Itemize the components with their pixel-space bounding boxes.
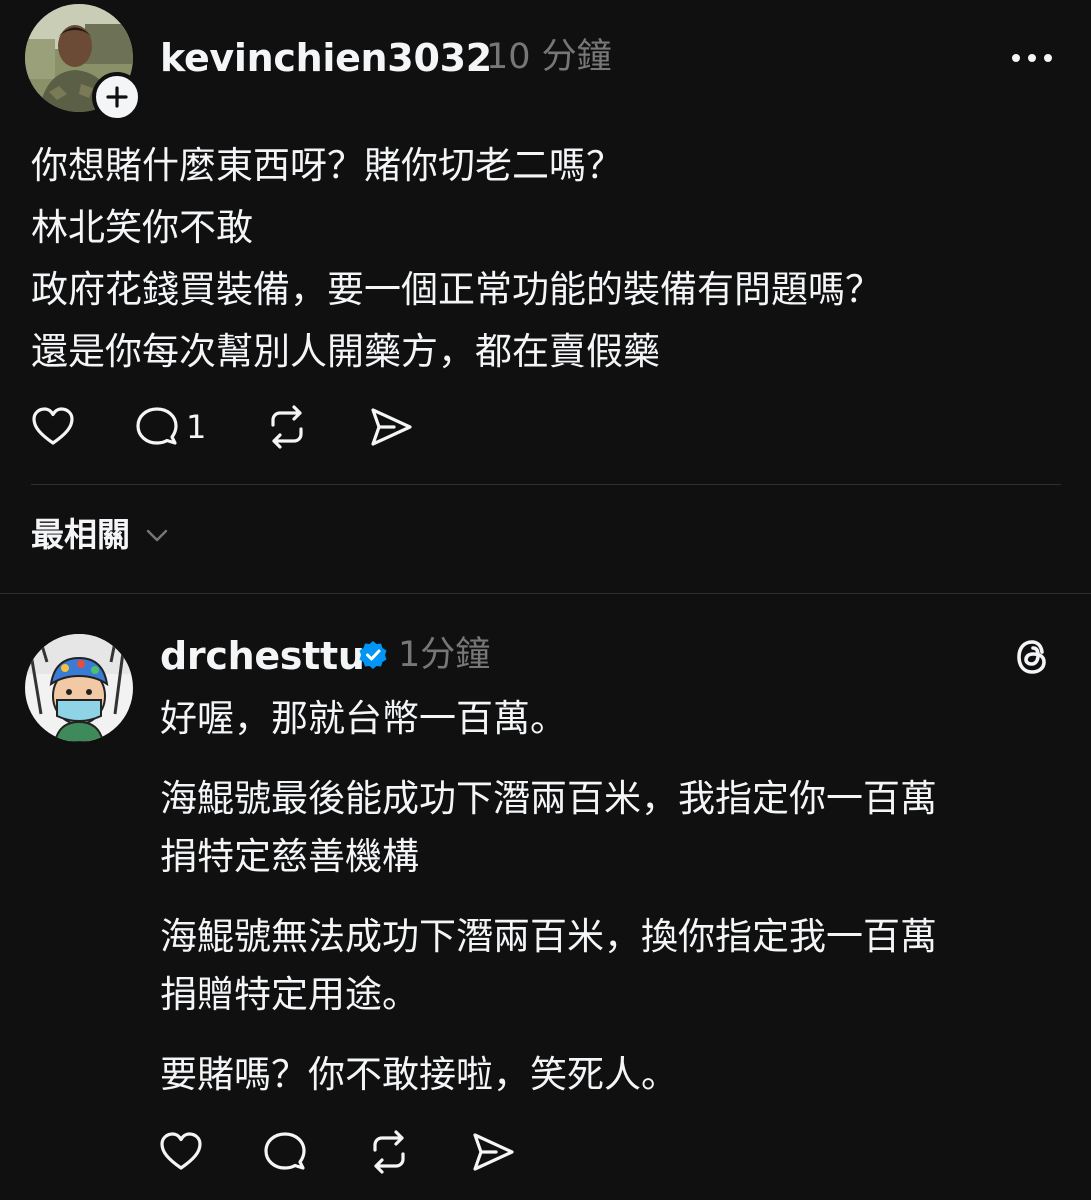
reply-avatar[interactable] xyxy=(25,634,133,742)
reply-line: 海鯤號最後能成功下潛兩百米，我指定你一百萬 xyxy=(160,777,937,820)
reply-paragraph: 好喔，那就台幣一百萬。 xyxy=(160,690,1060,748)
reply-actions xyxy=(158,1129,558,1177)
threads-logo-icon[interactable] xyxy=(1012,636,1052,678)
reply-text: 好喔，那就台幣一百萬。 海鯤號最後能成功下潛兩百米，我指定你一百萬 捐特定慈善機… xyxy=(160,690,1060,1126)
reply-line: 要賭嗎？你不敢接啦，笑死人。 xyxy=(160,1053,678,1096)
section-divider xyxy=(0,593,1091,594)
share-button[interactable] xyxy=(368,404,414,450)
repost-icon xyxy=(271,405,303,449)
post-line: 政府花錢買裝備，要一個正常功能的裝備有問題嗎？ xyxy=(31,268,882,311)
timestamp: 10 分鐘 xyxy=(486,37,612,77)
reply-line: 捐贈特定用途。 xyxy=(160,973,419,1016)
comment-count: 1 xyxy=(186,408,207,446)
repost-icon xyxy=(373,1130,405,1174)
reply-paragraph: 要賭嗎？你不敢接啦，笑死人。 xyxy=(160,1046,1060,1104)
reply-line: 捐特定慈善機構 xyxy=(160,835,419,878)
heart-icon xyxy=(32,407,74,445)
reply-comment-button[interactable] xyxy=(262,1129,308,1175)
chevron-down-icon xyxy=(146,529,168,541)
more-horizontal-icon[interactable] xyxy=(1010,50,1054,66)
verified-badge-icon xyxy=(359,641,387,669)
comment-icon xyxy=(136,407,178,445)
threads-page: kevinchien3032 10 分鐘 你想賭什麼東西呀？賭你切老二嗎？ 林北… xyxy=(0,0,1091,1200)
reply-username[interactable]: drchesttu xyxy=(160,637,365,675)
repost-button[interactable] xyxy=(264,404,310,450)
follow-button[interactable] xyxy=(92,72,142,122)
post-line: 還是你每次幫別人開藥方，都在賣假藥 xyxy=(31,330,660,373)
post-actions: 1 xyxy=(30,404,430,452)
sort-label: 最相關 xyxy=(31,515,130,554)
reply-repost-button[interactable] xyxy=(366,1129,412,1175)
heart-icon xyxy=(160,1132,202,1170)
reply-line: 好喔，那就台幣一百萬。 xyxy=(160,697,567,740)
post-text: 你想賭什麼東西呀？賭你切老二嗎？ 林北笑你不敢 政府花錢買裝備，要一個正常功能的… xyxy=(31,135,1071,383)
comment-icon xyxy=(264,1132,306,1170)
reply-like-button[interactable] xyxy=(158,1129,204,1175)
reply-timestamp: 1分鐘 xyxy=(398,635,491,675)
share-icon xyxy=(371,408,412,446)
username[interactable]: kevinchien3032 xyxy=(160,39,492,77)
reply-line: 海鯤號無法成功下潛兩百米，換你指定我一百萬 xyxy=(160,915,937,958)
reply-paragraph: 海鯤號無法成功下潛兩百米，換你指定我一百萬 捐贈特定用途。 xyxy=(160,908,1060,1024)
divider xyxy=(31,484,1061,485)
post-line: 林北笑你不敢 xyxy=(31,206,253,249)
share-icon xyxy=(473,1133,514,1171)
post-line: 你想賭什麼東西呀？賭你切老二嗎？ xyxy=(31,144,623,187)
reply-paragraph: 海鯤號最後能成功下潛兩百米，我指定你一百萬 捐特定慈善機構 xyxy=(160,770,1060,886)
plus-icon xyxy=(106,86,128,108)
like-button[interactable] xyxy=(30,404,76,450)
reply-share-button[interactable] xyxy=(470,1129,516,1175)
comment-button[interactable]: 1 xyxy=(134,404,206,450)
sort-dropdown[interactable]: 最相關 xyxy=(31,518,172,551)
